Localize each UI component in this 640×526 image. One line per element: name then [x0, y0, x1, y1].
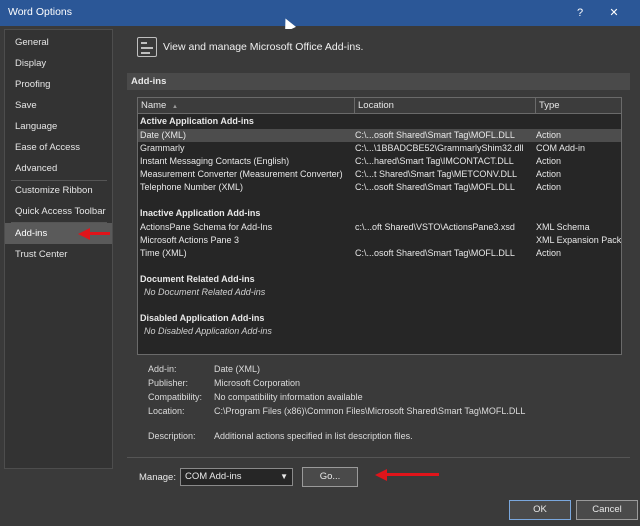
main-panel: View and manage Microsoft Office Add-ins…	[117, 29, 636, 497]
annotation-arrow	[88, 232, 110, 235]
sidebar-item-display[interactable]: Display	[5, 53, 112, 74]
sidebar-item-proofing[interactable]: Proofing	[5, 74, 112, 95]
sidebar-item-trust-center[interactable]: Trust Center	[5, 244, 112, 265]
sort-ascending-icon: ▲	[171, 104, 178, 110]
go-button[interactable]: Go...	[302, 467, 358, 487]
sidebar-item-save[interactable]: Save	[5, 95, 112, 116]
detail-publisher-value: Microsoft Corporation	[214, 378, 301, 388]
page-header: View and manage Microsoft Office Add-ins…	[163, 41, 364, 53]
window-title: Word Options	[8, 6, 72, 18]
detail-compatibility-label: Compatibility:	[148, 392, 203, 402]
list-item[interactable]: Time (XML) C:\...osoft Shared\Smart Tag\…	[138, 247, 621, 260]
section-title: Add-ins	[127, 73, 630, 90]
detail-location-value: C:\Program Files (x86)\Common Files\Micr…	[214, 406, 526, 416]
list-item[interactable]: Telephone Number (XML) C:\...osoft Share…	[138, 181, 621, 194]
title-bar: Word Options ? ✕	[0, 0, 640, 26]
group-title-active: Active Application Add-ins	[140, 116, 254, 126]
detail-description-value: Additional actions specified in list des…	[214, 431, 413, 441]
chevron-down-icon: ▼	[280, 472, 288, 481]
group-title-disabled: Disabled Application Add-ins	[140, 313, 265, 323]
list-item[interactable]: Microsoft Actions Pane 3 XML Expansion P…	[138, 234, 621, 247]
manage-select[interactable]: COM Add-ins ▼	[180, 468, 293, 486]
detail-publisher-label: Publisher:	[148, 378, 189, 388]
column-header-name[interactable]: Name ▲	[138, 98, 355, 114]
group-title-document: Document Related Add-ins	[140, 274, 255, 284]
detail-location-label: Location:	[148, 406, 185, 416]
sidebar-item-quick-access-toolbar[interactable]: Quick Access Toolbar	[5, 201, 112, 222]
cancel-button[interactable]: Cancel	[576, 500, 638, 520]
sidebar: General Display Proofing Save Language E…	[4, 29, 113, 469]
list-item[interactable]: Measurement Converter (Measurement Conve…	[138, 168, 621, 181]
list-item[interactable]: Grammarly C:\...\1BBADCBE52\GrammarlyShi…	[138, 142, 621, 155]
column-header-location[interactable]: Location	[355, 98, 536, 114]
sidebar-item-customize-ribbon[interactable]: Customize Ribbon	[5, 180, 112, 201]
addins-icon	[137, 37, 157, 57]
sidebar-item-ease-of-access[interactable]: Ease of Access	[5, 137, 112, 158]
addins-list[interactable]: Name ▲ Location Type Active Application …	[137, 97, 622, 355]
divider	[127, 457, 630, 458]
list-item[interactable]: Date (XML) C:\...osoft Shared\Smart Tag\…	[138, 129, 621, 142]
sidebar-item-general[interactable]: General	[5, 32, 112, 53]
sidebar-item-language[interactable]: Language	[5, 116, 112, 137]
annotation-arrow	[385, 473, 439, 476]
close-button[interactable]: ✕	[604, 3, 624, 23]
empty-document-addins: No Document Related Add-ins	[144, 287, 266, 297]
list-item[interactable]: Instant Messaging Contacts (English) C:\…	[138, 155, 621, 168]
detail-compatibility-value: No compatibility information available	[214, 392, 363, 402]
detail-addin-label: Add-in:	[148, 364, 177, 374]
group-title-inactive: Inactive Application Add-ins	[140, 208, 261, 218]
detail-addin-value: Date (XML)	[214, 364, 261, 374]
list-item[interactable]: ActionsPane Schema for Add-Ins c:\...oft…	[138, 221, 621, 234]
ok-button[interactable]: OK	[509, 500, 571, 520]
sidebar-item-advanced[interactable]: Advanced	[5, 158, 112, 179]
manage-label: Manage:	[139, 472, 176, 483]
column-header-type[interactable]: Type	[536, 98, 621, 114]
detail-description-label: Description:	[148, 431, 196, 441]
empty-disabled-addins: No Disabled Application Add-ins	[144, 326, 272, 336]
help-button[interactable]: ?	[570, 3, 590, 23]
